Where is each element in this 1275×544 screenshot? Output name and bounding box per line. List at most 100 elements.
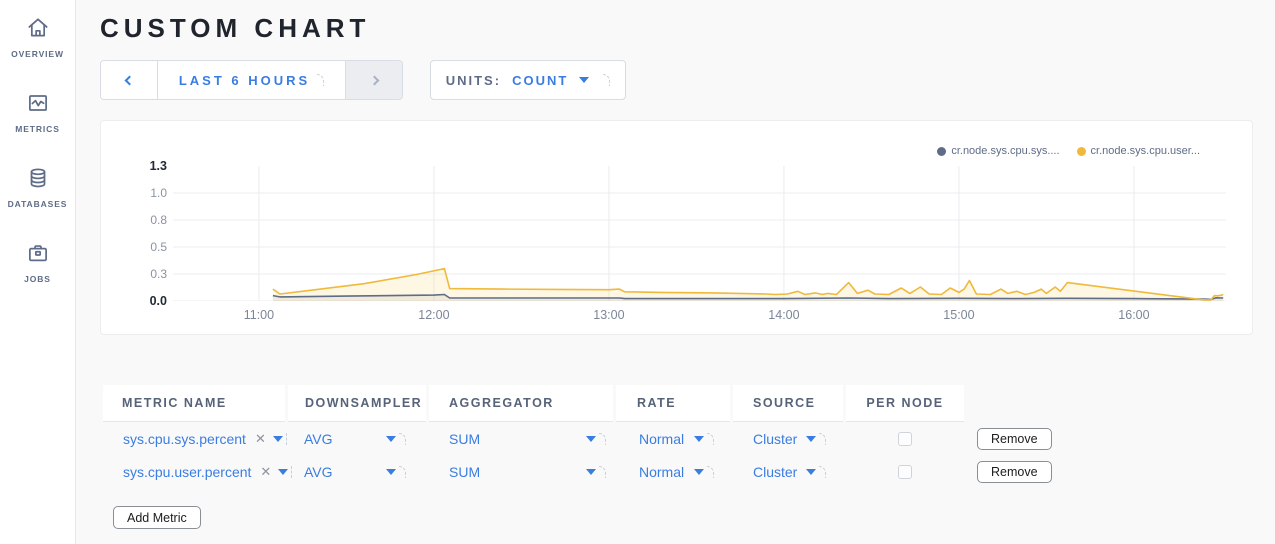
aggregator-select-value: SUM — [449, 431, 480, 447]
column-header-downsampler: DOWNSAMPLER — [288, 385, 426, 422]
sidebar-item-label: METRICS — [15, 124, 60, 134]
chevron-left-icon — [124, 75, 134, 85]
legend-item[interactable]: cr.node.sys.cpu.sys.... — [937, 145, 1059, 157]
remove-metric-icon[interactable]: ✕ — [255, 431, 266, 447]
downsampler-select[interactable]: AVG — [304, 464, 406, 480]
chevron-down-icon — [694, 469, 704, 475]
column-header-rate: RATE — [616, 385, 730, 422]
time-range-label: LAST 6 HOURS — [179, 73, 310, 88]
chart-legend: cr.node.sys.cpu.sys.... cr.node.sys.cpu.u… — [937, 145, 1200, 157]
databases-icon — [24, 164, 52, 192]
source-select-value: Cluster — [753, 464, 797, 480]
per-node-checkbox[interactable] — [898, 432, 912, 446]
downsampler-select[interactable]: AVG — [304, 431, 406, 447]
x-tick-label: 11:00 — [231, 308, 287, 322]
sidebar-item-jobs[interactable]: JOBS — [0, 239, 75, 284]
column-header-aggregator: AGGREGATOR — [429, 385, 613, 422]
remove-row-button[interactable]: Remove — [977, 461, 1052, 483]
aggregator-select[interactable]: SUM — [449, 431, 606, 447]
metrics-table: METRIC NAMEDOWNSAMPLERAGGREGATORRATESOUR… — [100, 385, 1253, 529]
sidebar: OVERVIEW METRICS DATABASES JOBS — [0, 0, 76, 544]
main-content: CUSTOM CHART LAST 6 HOURS UNITS: COUNT — [76, 0, 1275, 544]
source-select[interactable]: Cluster — [753, 431, 826, 447]
home-icon — [24, 14, 52, 42]
source-select-value: Cluster — [753, 431, 797, 447]
chevron-down-icon — [586, 436, 596, 442]
chevron-down-icon — [273, 436, 283, 442]
rate-select[interactable]: Normal — [639, 431, 714, 447]
chevron-down-icon — [806, 469, 816, 475]
chevron-right-icon — [369, 75, 379, 85]
legend-label: cr.node.sys.cpu.user... — [1091, 145, 1200, 157]
per-node-checkbox[interactable] — [898, 465, 912, 479]
table-row: sys.cpu.sys.percent ✕ AVG SUM Normal Cluster R… — [103, 423, 1253, 455]
chart-card: cr.node.sys.cpu.sys.... cr.node.sys.cpu.u… — [100, 120, 1253, 335]
x-tick-label: 16:00 — [1106, 308, 1162, 322]
x-tick-label: 13:00 — [581, 308, 637, 322]
controls-row: LAST 6 HOURS UNITS: COUNT — [100, 60, 1253, 100]
y-tick-label: 1.3 — [150, 159, 167, 173]
y-tick-label: 0.0 — [150, 294, 167, 308]
sidebar-item-overview[interactable]: OVERVIEW — [0, 14, 75, 59]
dropdown-ghost-mark — [603, 74, 610, 86]
chevron-down-icon — [806, 436, 816, 442]
source-select[interactable]: Cluster — [753, 464, 826, 480]
chevron-down-icon — [586, 469, 596, 475]
time-prev-button[interactable] — [101, 61, 158, 99]
units-prefix-label: UNITS: — [446, 73, 501, 88]
time-range-selector: LAST 6 HOURS — [100, 60, 403, 100]
dropdown-ghost-mark — [599, 466, 606, 478]
metric-name-select-value: sys.cpu.sys.percent — [123, 431, 246, 447]
sidebar-item-databases[interactable]: DATABASES — [0, 164, 75, 209]
chevron-down-icon — [579, 77, 589, 83]
units-selected-value: COUNT — [512, 73, 568, 88]
metric-name-select[interactable]: sys.cpu.user.percent ✕ — [123, 464, 285, 480]
sidebar-item-metrics[interactable]: METRICS — [0, 89, 75, 134]
legend-label: cr.node.sys.cpu.sys.... — [951, 145, 1059, 157]
column-header-per-node: PER NODE — [846, 385, 964, 422]
y-tick-label: 0.3 — [150, 267, 167, 281]
remove-row-button[interactable]: Remove — [977, 428, 1052, 450]
table-row: sys.cpu.user.percent ✕ AVG SUM Normal Cluster… — [103, 456, 1253, 488]
units-dropdown[interactable]: UNITS: COUNT — [430, 60, 626, 100]
time-next-button[interactable] — [345, 61, 402, 99]
remove-metric-icon[interactable]: ✕ — [260, 464, 271, 480]
x-axis-labels: 11:0012:0013:0014:0015:0016:00 — [173, 308, 1226, 324]
sidebar-item-label: DATABASES — [8, 199, 68, 209]
app-window: OVERVIEW METRICS DATABASES JOBS CUSTOM CHAR… — [0, 0, 1275, 544]
chevron-down-icon — [386, 469, 396, 475]
sidebar-item-label: OVERVIEW — [11, 49, 64, 59]
legend-item[interactable]: cr.node.sys.cpu.user... — [1077, 145, 1200, 157]
legend-dot-icon — [937, 147, 946, 156]
add-metric-button[interactable]: Add Metric — [113, 506, 201, 529]
table-body: sys.cpu.sys.percent ✕ AVG SUM Normal Cluster R… — [100, 423, 1253, 488]
chart-plot — [173, 166, 1226, 301]
time-range-dropdown[interactable]: LAST 6 HOURS — [158, 61, 345, 99]
dropdown-ghost-mark — [399, 466, 406, 478]
downsampler-select-value: AVG — [304, 464, 333, 480]
column-header-metric-name: METRIC NAME — [103, 385, 285, 422]
downsampler-select-value: AVG — [304, 431, 333, 447]
dropdown-ghost-mark — [819, 466, 826, 478]
table-header-row: METRIC NAMEDOWNSAMPLERAGGREGATORRATESOUR… — [103, 385, 1253, 422]
dropdown-ghost-mark — [317, 74, 324, 86]
rate-select[interactable]: Normal — [639, 464, 714, 480]
metric-name-select-value: sys.cpu.user.percent — [123, 464, 251, 480]
aggregator-select-value: SUM — [449, 464, 480, 480]
dropdown-ghost-mark — [286, 433, 287, 445]
dropdown-ghost-mark — [707, 466, 714, 478]
page-title: CUSTOM CHART — [100, 13, 1253, 44]
rate-select-value: Normal — [639, 431, 684, 447]
x-tick-label: 12:00 — [406, 308, 462, 322]
chevron-down-icon — [386, 436, 396, 442]
aggregator-select[interactable]: SUM — [449, 464, 606, 480]
metric-name-select[interactable]: sys.cpu.sys.percent ✕ — [123, 431, 285, 447]
y-tick-label: 1.0 — [150, 186, 167, 200]
chevron-down-icon — [278, 469, 288, 475]
y-tick-label: 0.8 — [150, 213, 167, 227]
metrics-icon — [24, 89, 52, 117]
rate-select-value: Normal — [639, 464, 684, 480]
jobs-icon — [24, 239, 52, 267]
y-axis-labels: 1.31.00.80.50.30.0 — [101, 166, 167, 301]
dropdown-ghost-mark — [599, 433, 606, 445]
